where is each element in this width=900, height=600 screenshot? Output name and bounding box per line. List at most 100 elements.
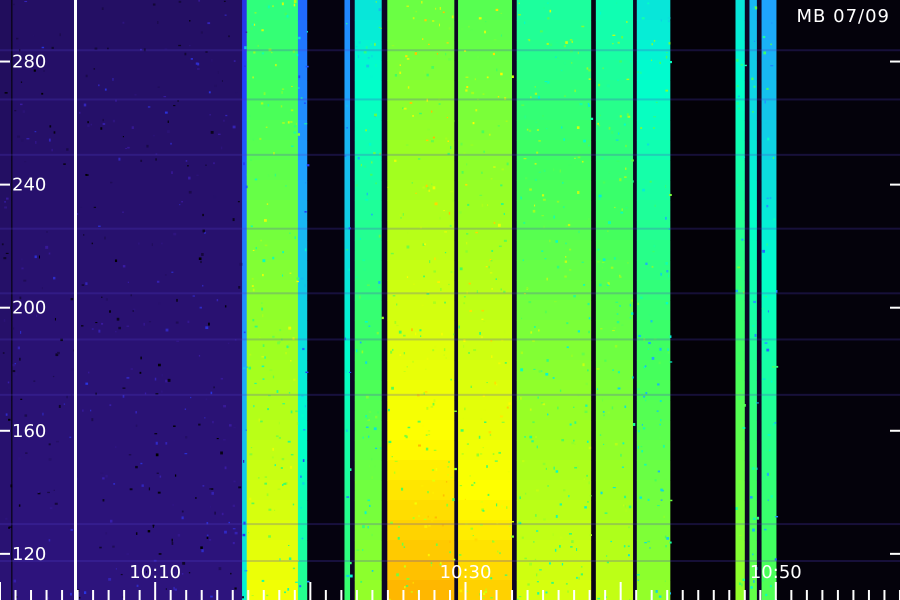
heat-cell [246, 80, 299, 101]
heat-cell [0, 200, 12, 221]
speckle [555, 470, 559, 473]
speckle [378, 8, 382, 12]
heat-cell [636, 220, 671, 241]
speckle [188, 176, 191, 180]
speckle [524, 436, 526, 438]
heat-cell [297, 280, 308, 301]
speckle [399, 354, 402, 356]
speckle [427, 553, 430, 557]
speckle [296, 422, 299, 425]
speckle [430, 562, 433, 564]
speckle [587, 500, 589, 503]
speckle [431, 183, 433, 185]
heat-cell [761, 420, 777, 441]
intensity-bands [0, 0, 900, 600]
speckle [224, 466, 227, 470]
intensity-band [354, 0, 383, 600]
speckle [252, 249, 255, 252]
heat-cell [0, 460, 12, 481]
speckle [151, 243, 153, 247]
heat-cell [344, 380, 351, 401]
speckle [433, 399, 436, 403]
speckle [628, 526, 630, 529]
heat-cell [756, 140, 762, 161]
x-tick-label: 10:50 [750, 562, 802, 583]
speckle [669, 592, 672, 595]
speckle [562, 181, 564, 184]
speckle [625, 206, 628, 209]
speckle [272, 256, 275, 260]
speckle [19, 357, 21, 361]
heat-cell [242, 500, 248, 521]
heat-cell [670, 120, 736, 141]
speckle [42, 412, 44, 416]
heat-cell [756, 520, 762, 541]
heat-cell [636, 420, 671, 441]
speckle [104, 88, 107, 91]
speckle [639, 496, 642, 499]
speckle [561, 563, 564, 566]
heat-cell [670, 440, 736, 461]
speckle [625, 509, 628, 512]
speckle [405, 585, 409, 587]
speckle [254, 382, 257, 385]
heat-cell [749, 20, 758, 41]
speckle [406, 57, 410, 60]
speckle [587, 302, 590, 306]
speckle [607, 281, 610, 285]
heat-cell [354, 160, 383, 181]
speckle [427, 128, 430, 131]
speckle [419, 329, 422, 332]
speckle [563, 138, 565, 141]
speckle [535, 436, 537, 438]
speckle [213, 162, 215, 165]
speckle [271, 456, 274, 459]
speckle [433, 449, 437, 451]
speckle [627, 262, 629, 264]
speckle [490, 177, 493, 180]
heat-cell [670, 320, 736, 341]
speckle [488, 431, 492, 434]
speckle [17, 135, 21, 138]
heat-cell [744, 200, 750, 221]
speckle [443, 354, 445, 356]
heat-cell [381, 240, 388, 261]
heat-cell [350, 240, 356, 261]
speckle [266, 203, 269, 205]
speckle [182, 561, 186, 565]
heat-cell [516, 480, 592, 501]
speckle [458, 554, 462, 556]
heat-cell [670, 60, 736, 81]
speckle [189, 45, 191, 47]
heat-cell [344, 60, 351, 81]
speckle [274, 173, 277, 177]
speckle [430, 405, 434, 408]
speckle [497, 550, 499, 553]
heat-cell [242, 300, 248, 321]
speckle [565, 225, 568, 227]
heat-cell [761, 480, 777, 501]
heat-cell [516, 420, 592, 441]
speckle [534, 92, 538, 95]
speckle [637, 388, 640, 390]
speckle [574, 443, 576, 445]
heat-cell [591, 260, 597, 281]
heat-cell [381, 80, 388, 101]
heat-cell [0, 80, 12, 101]
heat-cell [242, 260, 248, 281]
speckle [452, 119, 455, 123]
heat-cell [387, 480, 455, 501]
speckle [460, 429, 464, 432]
heat-cell [458, 0, 513, 21]
speckle [501, 421, 505, 423]
speckle [79, 596, 81, 599]
speckle [412, 360, 414, 363]
speckle [532, 209, 536, 213]
heat-cell [354, 480, 383, 501]
speckle [608, 221, 611, 225]
speckle [371, 55, 373, 58]
heat-cell [354, 580, 383, 600]
heat-cell [297, 540, 308, 561]
heat-cell [12, 220, 243, 241]
speckle [432, 186, 436, 190]
